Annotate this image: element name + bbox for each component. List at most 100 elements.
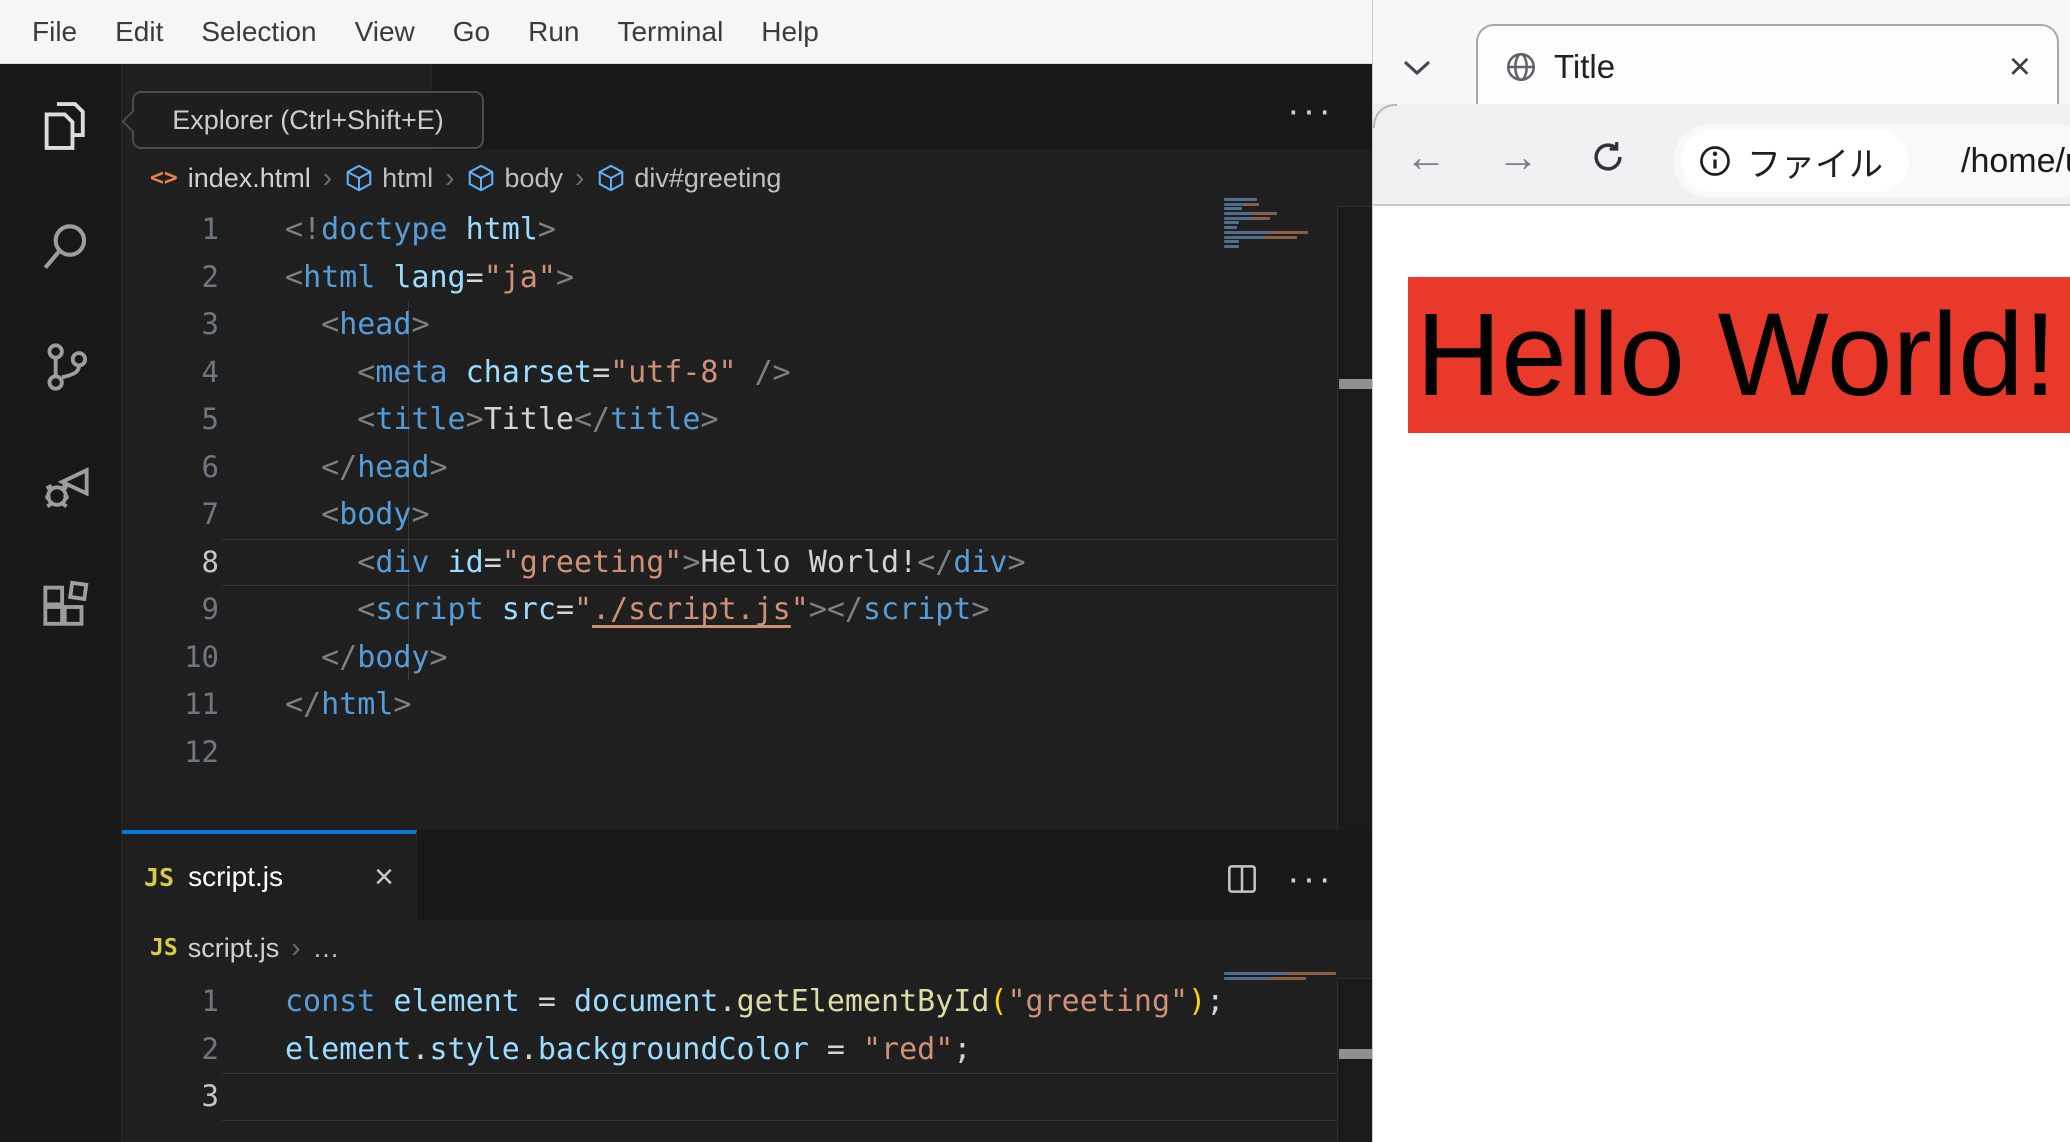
menu-item-help[interactable]: Help [742, 16, 838, 48]
scrollbar[interactable] [1337, 978, 1372, 1142]
forward-icon[interactable]: → [1495, 134, 1541, 180]
activity-bar [0, 64, 122, 1142]
menu-item-go[interactable]: Go [434, 16, 509, 48]
line-number: 2 [201, 1031, 219, 1066]
split-editor-icon[interactable] [1223, 860, 1261, 898]
breadcrumb: JS script.js › … [122, 920, 1337, 976]
line-number: 5 [201, 402, 219, 436]
code-line[interactable]: 12 [122, 729, 1337, 777]
breadcrumb-item-file[interactable]: script.js [188, 933, 280, 964]
info-icon [1697, 143, 1733, 179]
site-info-chip[interactable]: ファイル [1681, 130, 1909, 192]
line-number: 10 [184, 639, 219, 674]
code-text: <div id="greeting">Hello World!</div> [357, 544, 1026, 580]
greeting-div: Hello World! [1408, 277, 2070, 433]
code-text: const element = document.getElementById(… [285, 984, 1225, 1019]
code-text: </html> [285, 687, 412, 722]
source-control-icon[interactable] [35, 336, 97, 398]
site-info-label: ファイル [1747, 145, 1883, 184]
extensions-icon[interactable] [35, 576, 97, 638]
chevron-right-icon: › [291, 932, 301, 963]
menu-item-terminal[interactable]: Terminal [598, 16, 742, 48]
code-line[interactable]: 2 <html lang="ja"> [122, 254, 1337, 302]
menu-item-view[interactable]: View [336, 16, 434, 48]
breadcrumb-item[interactable]: body [504, 163, 563, 194]
run-and-debug-icon[interactable] [35, 456, 97, 518]
code-line[interactable]: 9 <script src="./script.js"></script> [122, 586, 1337, 634]
code-line[interactable]: 11 </html> [122, 681, 1337, 729]
address-bar[interactable]: ファイル /home/u [1673, 124, 2070, 198]
menu-item-selection[interactable]: Selection [182, 16, 335, 48]
greeting-text: Hello World! [1416, 289, 2057, 421]
code-line[interactable]: 8 <div id="greeting">Hello World!</div> [122, 538, 1337, 587]
close-tab-icon[interactable]: × [2009, 48, 2031, 86]
code-line[interactable]: 1 <!doctype html> [122, 206, 1337, 254]
breadcrumb-item[interactable]: div#greeting [634, 163, 781, 194]
line-number: 11 [184, 687, 219, 721]
globe-icon [1504, 50, 1538, 84]
tab-script-js[interactable]: JS script.js × [122, 830, 417, 920]
code-text: element.style.backgroundColor = "red"; [285, 1031, 972, 1067]
html-file-icon: <> [150, 165, 178, 191]
line-number: 9 [201, 592, 219, 626]
code-line[interactable]: 10 </body> [122, 634, 1337, 682]
tooltip-text: Explorer (Ctrl+Shift+E) [172, 104, 444, 135]
code-text: </head> [321, 449, 448, 485]
code-editor-index-html[interactable]: 1 <!doctype html> 2 <html lang="ja"> 3 <head… [122, 206, 1337, 830]
code-line[interactable]: 5 <title>Title</title> [122, 396, 1337, 444]
code-line[interactable]: 2 element.style.backgroundColor = "red"; [122, 1026, 1337, 1074]
code-line[interactable]: 1 const element = document.getElementById… [122, 978, 1337, 1026]
browser-toolbar: ← → ファイル /home/u [1373, 104, 2070, 206]
close-tab-icon[interactable]: × [374, 860, 394, 894]
menu-item-file[interactable]: File [13, 16, 96, 48]
code-text: <title>Title</title> [357, 402, 719, 437]
explorer-icon[interactable] [35, 95, 97, 157]
vscode-window: File Edit Selection View Go Run Terminal Help [0, 0, 1372, 1142]
code-text: </body> [321, 639, 448, 675]
browser-page: Hello World! [1373, 206, 2070, 1142]
chevron-right-icon: › [445, 162, 455, 193]
symbol-cube-icon [596, 163, 626, 193]
line-number: 1 [201, 212, 219, 246]
back-icon[interactable]: ← [1403, 134, 1449, 180]
browser-window: Title × ← → ファイル /home/ Hello World! [1372, 0, 2070, 1142]
code-line[interactable]: 7 <body> [122, 491, 1337, 539]
code-text: <!doctype html> [285, 212, 556, 247]
more-actions-icon[interactable]: ··· [1287, 860, 1334, 898]
menu-item-edit[interactable]: Edit [96, 16, 182, 48]
search-icon[interactable] [35, 216, 97, 278]
symbol-cube-icon [466, 163, 496, 193]
line-number: 2 [201, 259, 219, 294]
browser-tab-title[interactable]: Title × [1476, 24, 2059, 108]
code-text: <script src="./script.js"></script> [357, 592, 990, 627]
symbol-cube-icon [344, 163, 374, 193]
code-editor-script-js[interactable]: 1 const element = document.getElementById… [122, 978, 1337, 1142]
code-line[interactable]: 3 <head> [122, 301, 1337, 349]
browser-tab-label: Title [1554, 48, 1616, 85]
code-line[interactable]: 3 [122, 1073, 1337, 1121]
line-number: 8 [201, 544, 219, 579]
breadcrumb: <> index.html › html › body › div#greeti… [122, 150, 1337, 206]
scrollbar-thumb[interactable] [1339, 379, 1372, 389]
breadcrumb-item[interactable]: html [382, 163, 433, 194]
menu-item-run[interactable]: Run [509, 16, 598, 48]
reload-icon[interactable] [1585, 134, 1631, 180]
code-line[interactable]: 6 </head> [122, 444, 1337, 492]
js-file-icon: JS [144, 862, 175, 892]
breadcrumb-item-more[interactable]: … [313, 933, 340, 964]
scrollbar-thumb[interactable] [1339, 1049, 1372, 1059]
menu-bar: File Edit Selection View Go Run Terminal Help [0, 0, 1372, 64]
minimap[interactable] [1224, 972, 1339, 981]
scrollbar[interactable] [1337, 206, 1372, 830]
minimap[interactable] [1224, 198, 1339, 250]
line-number: 6 [201, 449, 219, 484]
more-actions-icon[interactable]: ··· [1287, 92, 1334, 130]
tab-label: script.js [188, 861, 284, 892]
code-line[interactable]: 4 <meta charset="utf-8" /> [122, 349, 1337, 397]
tab-list-chevron-down-icon[interactable] [1395, 48, 1439, 88]
breadcrumb-item-file[interactable]: index.html [188, 163, 311, 194]
line-number: 7 [201, 497, 219, 531]
line-number: 3 [201, 1079, 219, 1113]
url-text: /home/u [1961, 141, 2070, 180]
code-text: <meta charset="utf-8" /> [357, 354, 791, 390]
